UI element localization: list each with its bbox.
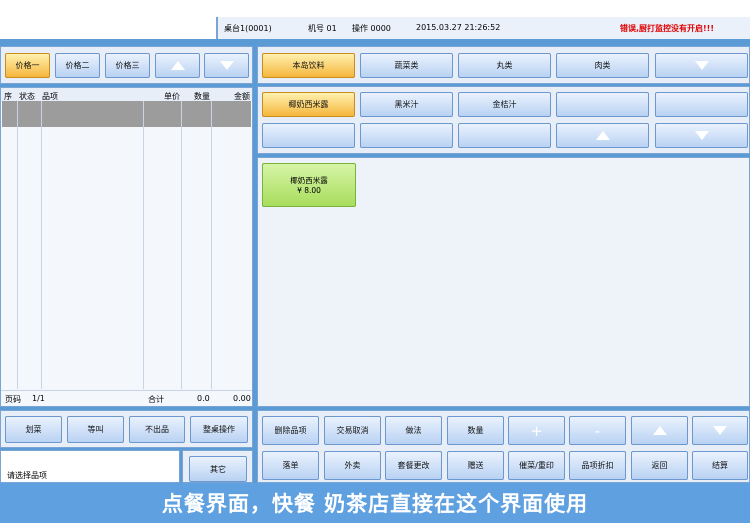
scroll-down-button[interactable]	[692, 416, 748, 445]
product-panel: 椰奶西米露 ¥ 8.00	[257, 157, 750, 407]
place-order-button[interactable]: 落单	[262, 451, 319, 480]
column-divider	[41, 101, 42, 389]
category-tab-3[interactable]: 丸类	[458, 53, 551, 78]
cancel-transaction-button[interactable]: 交易取消	[324, 416, 381, 445]
left-action-panel: 划菜 等叫 不出品 整桌操作	[0, 410, 253, 448]
subcategory-2[interactable]: 黑米汁	[360, 92, 453, 117]
column-divider	[143, 101, 144, 389]
subcategory-1[interactable]: 椰奶西米露	[262, 92, 355, 117]
order-footer: 页码 1/1 合计 0.0 0.00	[1, 390, 252, 406]
info-bar: 桌台1(0001) 机号 01 操作 0000 2015.03.27 21:26…	[0, 17, 750, 39]
subcategory-empty[interactable]	[458, 123, 551, 148]
minus-button[interactable]: -	[569, 416, 626, 445]
status-hint: 请选择品项	[7, 471, 47, 480]
whole-table-button[interactable]: 整桌操作	[190, 416, 248, 443]
caption-banner: 点餐界面，快餐 奶茶店直接在这个界面使用	[0, 483, 750, 523]
wait-call-button[interactable]: 等叫	[67, 416, 124, 443]
operation-panel: 删除品项 交易取消 做法 数量 + - 落单 外卖 套餐更改 赠送 催菜/重印 …	[257, 410, 750, 483]
column-divider	[17, 101, 18, 389]
item-discount-button[interactable]: 品项折扣	[569, 451, 626, 480]
product-price: ¥ 8.00	[297, 186, 321, 195]
subcategory-empty[interactable]	[556, 92, 649, 117]
mark-dish-button[interactable]: 划菜	[5, 416, 62, 443]
plus-button[interactable]: +	[508, 416, 565, 445]
arrow-up-icon	[595, 131, 610, 140]
arrow-down-icon	[694, 61, 709, 70]
warning-message: 错误,厨打监控没有开启!!!	[620, 24, 714, 33]
page-label: 页码	[5, 395, 21, 404]
subcategory-down-button[interactable]	[655, 123, 748, 148]
arrow-down-icon	[694, 131, 709, 140]
price-tab-1[interactable]: 价格一	[5, 53, 50, 78]
subcategory-empty[interactable]	[360, 123, 453, 148]
total-label: 合计	[148, 395, 164, 404]
title-strip	[0, 0, 750, 17]
total-quantity: 0.0	[197, 394, 210, 403]
other-panel: 其它	[182, 450, 253, 483]
selected-row[interactable]	[2, 101, 251, 127]
category-tab-4[interactable]: 肉类	[556, 53, 649, 78]
subcategory-panel: 椰奶西米露 黑米汁 金桔汁	[257, 86, 750, 154]
arrow-up-icon	[170, 61, 185, 70]
machine-label: 机号 01	[308, 24, 337, 33]
gift-button[interactable]: 赠送	[447, 451, 504, 480]
page-value: 1/1	[32, 394, 45, 403]
arrow-down-icon	[713, 426, 727, 435]
product-name: 椰奶西米露	[290, 176, 328, 185]
price-tab-2[interactable]: 价格二	[55, 53, 100, 78]
other-button[interactable]: 其它	[189, 456, 247, 482]
checkout-button[interactable]: 结算	[692, 451, 748, 480]
category-panel: 本岛饮料 蔬菜类 丸类 肉类	[257, 46, 750, 84]
back-button[interactable]: 返回	[631, 451, 688, 480]
delete-item-button[interactable]: 删除品项	[262, 416, 319, 445]
preparation-button[interactable]: 做法	[385, 416, 442, 445]
no-serve-button[interactable]: 不出品	[129, 416, 185, 443]
total-amount: 0.00	[233, 394, 251, 403]
arrow-up-icon	[652, 426, 667, 435]
arrow-down-icon	[219, 61, 234, 70]
status-hint-box: 请选择品项	[0, 450, 180, 483]
order-table: 序 状态 品项 单价 数量 金额 页码 1/1 合计 0.0 0.00	[0, 87, 253, 407]
price-tab-3[interactable]: 价格三	[105, 53, 150, 78]
price-tab-panel: 价格一 价格二 价格三	[0, 46, 253, 84]
subcategory-empty[interactable]	[262, 123, 355, 148]
set-meal-change-button[interactable]: 套餐更改	[385, 451, 442, 480]
category-next-button[interactable]	[655, 53, 748, 78]
datetime-label: 2015.03.27 21:26:52	[416, 23, 501, 32]
category-tab-1[interactable]: 本岛饮料	[262, 53, 355, 78]
takeout-button[interactable]: 外卖	[324, 451, 381, 480]
column-divider	[181, 101, 182, 389]
table-label: 桌台1(0001)	[224, 24, 272, 33]
quantity-button[interactable]: 数量	[447, 416, 504, 445]
rush-reprint-button[interactable]: 催菜/重印	[508, 451, 565, 480]
column-divider	[211, 101, 212, 389]
price-scroll-down-button[interactable]	[204, 53, 249, 78]
operator-label: 操作 0000	[352, 24, 391, 33]
price-scroll-up-button[interactable]	[155, 53, 200, 78]
category-tab-2[interactable]: 蔬菜类	[360, 53, 453, 78]
scroll-up-button[interactable]	[631, 416, 688, 445]
product-card[interactable]: 椰奶西米露 ¥ 8.00	[262, 163, 356, 207]
subcategory-up-button[interactable]	[556, 123, 649, 148]
info-bar-left	[0, 17, 218, 39]
subcategory-3[interactable]: 金桔汁	[458, 92, 551, 117]
order-table-header: 序 状态 品项 单价 数量 金额	[1, 88, 252, 101]
subcategory-empty[interactable]	[655, 92, 748, 117]
